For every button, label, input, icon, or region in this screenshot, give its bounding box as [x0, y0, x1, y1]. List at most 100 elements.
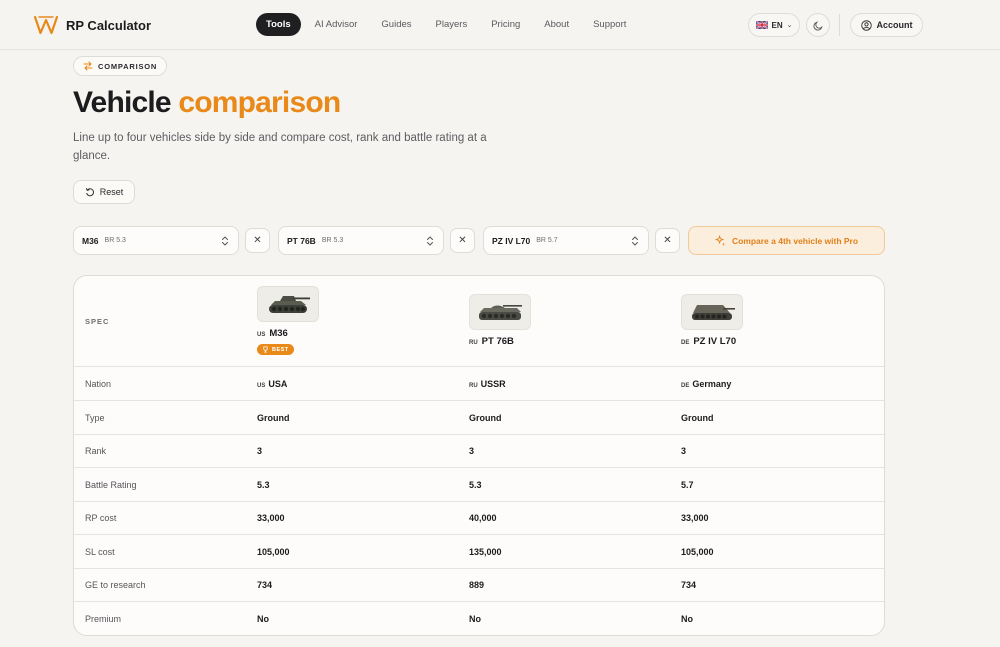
table-row: Rank 3 3 3 [74, 434, 884, 468]
table-cell: 105,000 [257, 547, 290, 557]
nation-code: US [257, 383, 266, 389]
nav-item-about[interactable]: About [534, 13, 579, 36]
user-circle-icon [860, 19, 872, 31]
account-label: Account [876, 20, 913, 30]
select-vehicle-name: PT 76B [287, 235, 316, 246]
cell-value: USA [268, 379, 288, 389]
clear-vehicle-1-button[interactable]: ✕ [245, 228, 270, 253]
vehicle-select-3[interactable]: PZ IV L70 BR 5.7 [483, 226, 649, 255]
table-row: SL cost 105,000 135,000 105,000 [74, 535, 884, 569]
table-cell: No [681, 614, 693, 624]
spec-header: SPEC [85, 317, 110, 326]
vehicle-name: PZ IV L70 [693, 336, 737, 347]
vehicle-column-header: US M36 BEST [257, 286, 319, 358]
clear-vehicle-2-button[interactable]: ✕ [450, 228, 475, 253]
table-cell: 3 [469, 446, 475, 456]
select-vehicle-br: BR 5.3 [321, 237, 344, 244]
sparkle-icon [715, 235, 726, 246]
nav-item-support[interactable]: Support [583, 13, 636, 36]
table-cell: 135,000 [469, 547, 502, 557]
table-cell: 33,000 [257, 513, 285, 523]
row-label: SL cost [85, 547, 115, 557]
vehicle-thumbnail [681, 294, 743, 330]
table-cell: Ground [469, 413, 502, 423]
vehicle-name: PT 76B [481, 336, 514, 347]
table-cell: 33,000 [681, 513, 709, 523]
best-badge-label: BEST [272, 346, 289, 353]
select-arrows-icon [222, 236, 228, 246]
best-badge: BEST [257, 344, 294, 355]
row-label: Nation [85, 379, 112, 389]
chevron-down-icon: ⌄ [786, 22, 793, 29]
page-title-part2: comparison [178, 86, 341, 119]
account-button[interactable]: Account [850, 13, 923, 37]
nav-item-tools[interactable]: Tools [256, 13, 301, 36]
cell-value: Germany [692, 379, 732, 389]
vehicle-nation-code: DE [681, 340, 690, 346]
row-label: Premium [85, 614, 122, 624]
pro-button-label: Compare a 4th vehicle with Pro [731, 235, 859, 246]
select-vehicle-name: M36 [82, 235, 99, 246]
nav-item-pricing[interactable]: Pricing [481, 13, 530, 36]
comparison-badge: COMPARISON [73, 56, 168, 76]
select-vehicle-br: BR 5.3 [104, 237, 126, 244]
page-subtitle: Line up to four vehicles side by side an… [73, 132, 487, 162]
theme-toggle-button[interactable] [806, 13, 830, 37]
table-row: Nation US USA RU USSR DE Germany [74, 367, 884, 401]
vehicle-thumbnail [257, 286, 319, 322]
table-cell: Ground [681, 413, 714, 423]
reset-icon [85, 188, 94, 197]
table-row: GE to research 734 889 734 [74, 568, 884, 602]
reset-button[interactable]: Reset [73, 180, 135, 204]
compare-4th-vehicle-pro-button[interactable]: Compare a 4th vehicle with Pro [688, 226, 885, 255]
vehicle-column-header: DE PZ IV L70 [681, 294, 743, 347]
table-cell: 734 [681, 580, 697, 590]
nation-code: DE [681, 383, 690, 389]
compare-arrows-icon [83, 61, 93, 71]
vehicle-thumbnail [469, 294, 531, 330]
tank-pz-iv-l70-image [692, 305, 735, 320]
table-cell: 889 [469, 580, 485, 590]
row-label: Battle Rating [85, 480, 137, 490]
nav-item-ai-advisor[interactable]: AI Advisor [305, 13, 368, 36]
page-title: Vehicle comparison [73, 86, 341, 120]
table-cell: 5.7 [681, 480, 694, 490]
vehicle-select-2[interactable]: PT 76B BR 5.3 [278, 226, 444, 255]
language-label: EN [771, 20, 783, 30]
table-cell: RU USSR [469, 379, 506, 389]
uk-flag-icon [755, 21, 768, 29]
top-header: RP Calculator Tools AI Advisor Guides Pl… [0, 0, 1000, 50]
nav-item-players[interactable]: Players [426, 13, 478, 36]
tank-m36-image [269, 296, 310, 313]
table-row: RP cost 33,000 40,000 33,000 [74, 501, 884, 535]
table-cell: 3 [681, 446, 687, 456]
moon-icon [813, 20, 823, 30]
table-cell: 105,000 [681, 547, 714, 557]
cell-value: USSR [480, 379, 506, 389]
table-cell: US USA [257, 379, 287, 389]
table-cell: 5.3 [469, 480, 482, 490]
row-label: Rank [85, 446, 107, 456]
table-cell: 5.3 [257, 480, 270, 490]
vehicle-select-1[interactable]: M36 BR 5.3 [73, 226, 239, 255]
table-cell: DE Germany [681, 379, 731, 389]
table-cell: 40,000 [469, 513, 497, 523]
language-selector[interactable]: EN ⌄ [748, 13, 800, 37]
close-icon: ✕ [663, 235, 672, 246]
tank-pt76b-image [479, 305, 522, 320]
comparison-table: SPEC US M36 BEST RU PT 76B DE PZ IV L70 … [73, 275, 885, 636]
header-divider [839, 14, 840, 36]
badge-label: COMPARISON [98, 61, 158, 71]
page-title-part1: Vehicle [73, 86, 172, 119]
table-cell: No [469, 614, 481, 624]
close-icon: ✕ [253, 235, 262, 246]
nav-item-guides[interactable]: Guides [371, 13, 421, 36]
main-nav: Tools AI Advisor Guides Players Pricing … [256, 13, 640, 36]
clear-vehicle-3-button[interactable]: ✕ [655, 228, 680, 253]
vehicle-column-header: RU PT 76B [469, 294, 531, 347]
table-cell: Ground [257, 413, 290, 423]
brand-logo-icon [34, 15, 58, 35]
brand[interactable]: RP Calculator [34, 14, 151, 36]
reset-label: Reset [99, 187, 124, 197]
table-row: Type Ground Ground Ground [74, 401, 884, 435]
